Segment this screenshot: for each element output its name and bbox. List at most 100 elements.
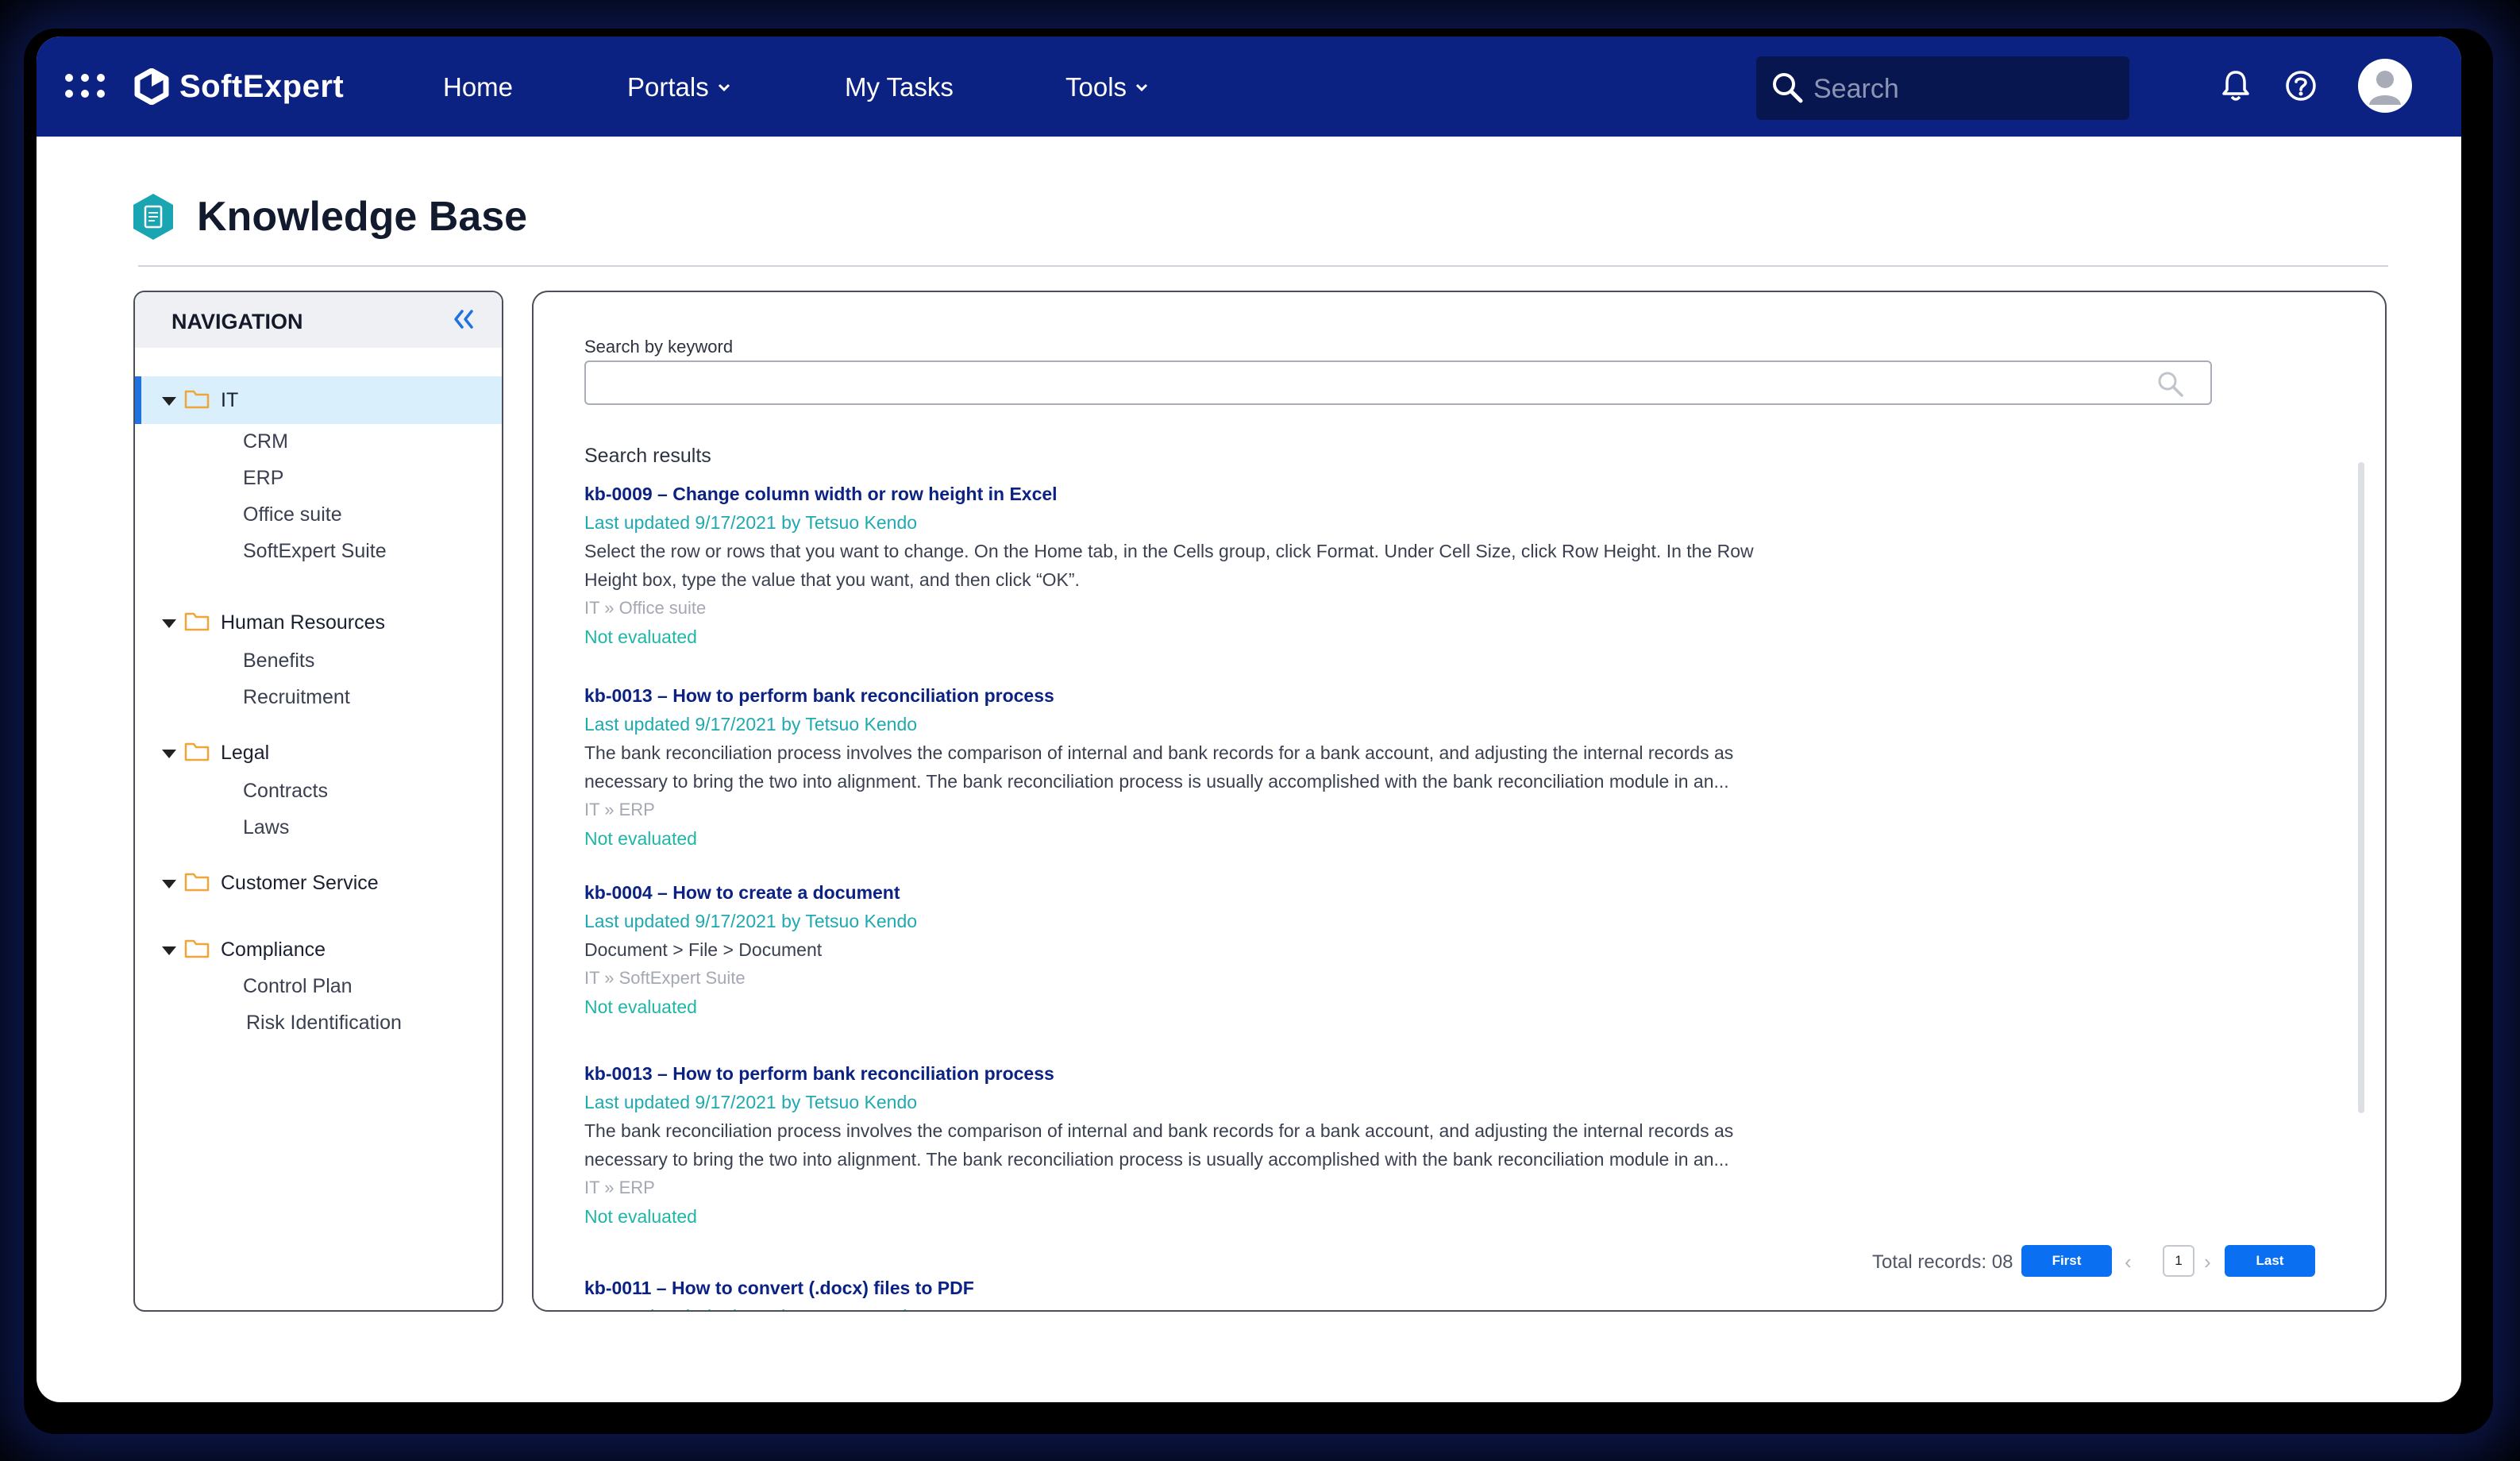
- result-item: kb-0004 – How to create a document Last …: [584, 878, 1855, 1021]
- header-divider: [138, 265, 2388, 267]
- nav-my-tasks[interactable]: My Tasks: [845, 68, 954, 106]
- global-search-input[interactable]: [1812, 66, 2117, 112]
- result-meta: Last updated 9/17/2021 by Tetsuo Kendo: [584, 1092, 918, 1112]
- result-meta: Last updated 9/17/2021 by Tetsuo Kendo: [584, 911, 918, 931]
- page-title: Knowledge Base: [197, 194, 528, 240]
- tree-folder-label: IT: [221, 389, 239, 411]
- tree-folder-label: Legal: [221, 742, 270, 764]
- global-search[interactable]: [1756, 56, 2129, 120]
- bell-icon[interactable]: [2220, 68, 2252, 103]
- search-icon[interactable]: [2156, 370, 2185, 399]
- tree-item-recruitment[interactable]: Recruitment: [243, 686, 350, 709]
- tree-item-crm[interactable]: CRM: [243, 430, 288, 453]
- result-item: kb-0013 – How to perform bank reconcilia…: [584, 681, 1855, 853]
- caret-down-icon[interactable]: [162, 880, 176, 889]
- page-header: Knowledge Base: [132, 192, 527, 241]
- result-path: IT » ERP: [584, 1178, 655, 1197]
- result-description: Document > File > Document: [584, 939, 823, 960]
- help-icon[interactable]: [2283, 68, 2318, 103]
- search-icon: [1773, 73, 1803, 103]
- navigation-panel: NAVIGATION IT CRM ERP Office suite SoftE…: [133, 291, 503, 1312]
- tree-folder-customer-service[interactable]: Customer Service: [135, 859, 502, 907]
- tree-item-risk-identification[interactable]: Risk Identification: [246, 1012, 402, 1035]
- result-status: Not evaluated: [584, 996, 697, 1017]
- tree-item-contracts[interactable]: Contracts: [243, 780, 328, 803]
- folder-icon: [184, 939, 210, 958]
- tree-item-softexpert-suite[interactable]: SoftExpert Suite: [243, 540, 387, 563]
- result-item: kb-0013 – How to perform bank reconcilia…: [584, 1059, 1855, 1231]
- result-path: IT » Office suite: [584, 598, 707, 618]
- results-scrollbar[interactable]: [2358, 462, 2364, 1113]
- result-path: IT » SoftExpert Suite: [584, 968, 746, 988]
- softexpert-logo-icon: [134, 68, 169, 105]
- tree-folder-compliance[interactable]: Compliance: [135, 926, 502, 973]
- result-description: The bank reconciliation process involves…: [584, 742, 1734, 792]
- tree-folder-label: Human Resources: [221, 611, 386, 634]
- result-status: Not evaluated: [584, 828, 697, 849]
- folder-icon: [184, 873, 210, 892]
- result-description: Select the row or rows that you want to …: [584, 541, 1754, 590]
- nav-tools[interactable]: Tools: [1065, 68, 1149, 106]
- result-title-link[interactable]: kb-0013 – How to perform bank reconcilia…: [584, 1059, 1855, 1088]
- current-page[interactable]: 1: [2163, 1245, 2194, 1277]
- caret-down-icon[interactable]: [162, 397, 176, 406]
- nav-portals[interactable]: Portals: [627, 68, 731, 106]
- user-avatar-icon: [2369, 71, 2401, 105]
- tree-folder-legal[interactable]: Legal: [135, 729, 502, 777]
- total-records: Total records: 08: [1872, 1251, 2013, 1273]
- user-avatar[interactable]: [2358, 59, 2412, 113]
- keyword-search-label: Search by keyword: [584, 337, 734, 357]
- chevron-down-icon: [1135, 83, 1148, 92]
- nav-my-tasks-label: My Tasks: [845, 72, 954, 102]
- tree-item-erp[interactable]: ERP: [243, 467, 283, 490]
- keyword-search-box[interactable]: [584, 360, 2212, 405]
- tree-item-control-plan[interactable]: Control Plan: [243, 975, 353, 998]
- prev-page-icon[interactable]: ‹: [2125, 1250, 2132, 1274]
- folder-icon: [184, 612, 210, 631]
- caret-down-icon[interactable]: [162, 619, 176, 628]
- tree-folder-label: Compliance: [221, 939, 326, 961]
- caret-down-icon[interactable]: [162, 750, 176, 758]
- result-item: kb-0009 – Change column width or row hei…: [584, 480, 1855, 651]
- result-title-link[interactable]: kb-0009 – Change column width or row hei…: [584, 480, 1855, 508]
- nav-portals-label: Portals: [627, 72, 709, 102]
- apps-grid-icon[interactable]: [65, 71, 105, 102]
- first-page-button[interactable]: First: [2021, 1245, 2112, 1277]
- chevron-down-icon: [718, 83, 730, 92]
- result-meta: Last updated 9/17/2021 by Tetsuo Kendo: [584, 1302, 1855, 1310]
- double-chevron-left-icon[interactable]: [451, 306, 476, 332]
- app-window: SoftExpert Home Portals My Tasks Tools S…: [37, 37, 2461, 1402]
- tree-folder-human-resources[interactable]: Human Resources: [135, 599, 502, 646]
- tree-item-office-suite[interactable]: Office suite: [243, 503, 342, 526]
- result-item: kb-0011 – How to convert (.docx) files t…: [584, 1274, 1855, 1310]
- result-title-link[interactable]: kb-0011 – How to convert (.docx) files t…: [584, 1274, 1855, 1302]
- nav-home[interactable]: Home: [443, 68, 513, 106]
- knowledge-base-icon: [133, 194, 173, 240]
- result-title-link[interactable]: kb-0013 – How to perform bank reconcilia…: [584, 681, 1855, 710]
- tree-folder-label: Customer Service: [221, 872, 379, 894]
- navigation-header: NAVIGATION: [135, 292, 502, 348]
- keyword-search-input[interactable]: [597, 368, 2109, 400]
- folder-icon: [184, 390, 210, 409]
- result-status: Not evaluated: [584, 1206, 697, 1227]
- brand-name: SoftExpert: [179, 68, 345, 104]
- result-meta: Last updated 9/17/2021 by Tetsuo Kendo: [584, 512, 918, 533]
- result-description: The bank reconciliation process involves…: [584, 1120, 1734, 1170]
- brand-logo[interactable]: SoftExpert: [133, 65, 344, 108]
- result-path: IT » ERP: [584, 800, 655, 819]
- nav-tools-label: Tools: [1065, 72, 1127, 102]
- tree-item-laws[interactable]: Laws: [243, 816, 289, 839]
- results-panel: Search by keyword Search results kb-0009…: [532, 291, 2387, 1312]
- folder-icon: [184, 742, 210, 761]
- result-status: Not evaluated: [584, 626, 697, 647]
- nav-home-label: Home: [443, 72, 514, 102]
- top-navigation-bar: SoftExpert Home Portals My Tasks Tools: [37, 37, 2461, 137]
- caret-down-icon[interactable]: [162, 946, 176, 955]
- result-title-link[interactable]: kb-0004 – How to create a document: [584, 878, 1855, 907]
- next-page-icon[interactable]: ›: [2204, 1250, 2211, 1274]
- result-meta: Last updated 9/17/2021 by Tetsuo Kendo: [584, 714, 918, 734]
- tree-folder-it[interactable]: IT: [135, 376, 502, 424]
- tree-item-benefits[interactable]: Benefits: [243, 650, 314, 673]
- last-page-button[interactable]: Last: [2225, 1245, 2315, 1277]
- navigation-title: NAVIGATION: [171, 310, 303, 333]
